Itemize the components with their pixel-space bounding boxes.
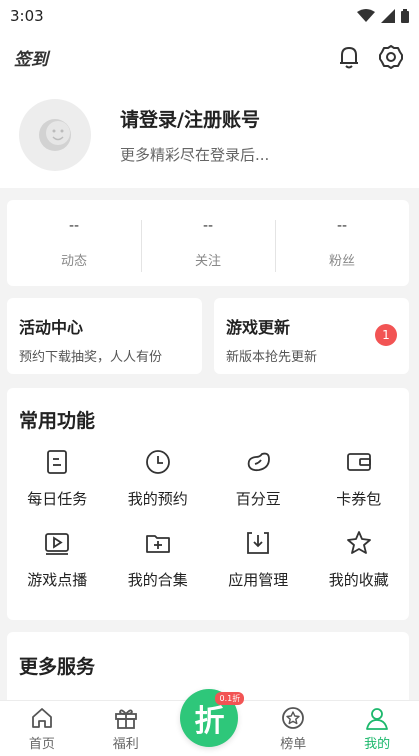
feature-label: 应用管理 [228, 571, 289, 589]
feature-my-collections[interactable]: 我的合集 [108, 529, 209, 590]
activity-center-subtitle: 预约下载抽奖，人人有份 [19, 350, 163, 365]
wifi-icon [357, 9, 375, 22]
section-title: 更多服务 [19, 656, 96, 678]
task-list-icon [47, 450, 68, 474]
default-avatar-icon [39, 119, 71, 151]
bean-icon [248, 452, 271, 472]
profile-header[interactable]: 请登录/注册账号 更多精彩尽在登录后... [0, 82, 419, 188]
settings-gear-icon[interactable] [377, 43, 405, 71]
download-icon [247, 532, 270, 554]
login-title[interactable]: 请登录/注册账号 [120, 105, 269, 132]
tab-label: 首页 [28, 737, 55, 752]
tab-ranking[interactable]: 榜单 [251, 701, 335, 756]
status-icons [357, 9, 409, 23]
game-updates-card[interactable]: 游戏更新 新版本抢先更新 1 [214, 298, 409, 374]
stats-card: -- 动态 -- 关注 -- 粉丝 [7, 200, 409, 286]
activity-center-card[interactable]: 活动中心 预约下载抽奖，人人有份 [7, 298, 202, 374]
features-grid: 每日任务 我的预约 百分豆 卡券包 游戏点播 我的合集 应用管理 我的收藏 [7, 448, 409, 590]
feature-label: 我的预约 [127, 490, 188, 508]
stat-followers[interactable]: -- 粉丝 [275, 217, 409, 272]
status-time: 3:03 [10, 7, 44, 25]
feature-my-reservations[interactable]: 我的预约 [108, 448, 209, 509]
star-icon [346, 531, 371, 554]
feature-coupon-wallet[interactable]: 卡券包 [309, 448, 410, 509]
folder-add-icon [145, 535, 170, 553]
wallet-icon [346, 453, 371, 471]
feature-label: 我的收藏 [328, 571, 389, 589]
stat-label: 粉丝 [328, 253, 355, 269]
stat-label: 关注 [194, 253, 221, 269]
feature-label: 百分豆 [235, 490, 281, 508]
tab-label: 福利 [112, 737, 139, 752]
tab-label: 我的 [364, 737, 391, 752]
tab-welfare[interactable]: 福利 [84, 701, 168, 756]
tab-home[interactable]: 首页 [0, 701, 84, 756]
stat-value: -- [68, 217, 80, 234]
common-features-card: 常用功能 每日任务 我的预约 百分豆 卡券包 游戏点播 我的合集 应用管理 我的… [7, 388, 409, 620]
stat-following[interactable]: -- 关注 [141, 217, 275, 272]
activity-center-title: 活动中心 [19, 318, 84, 337]
login-subtitle: 更多精彩尽在登录后... [120, 146, 270, 164]
stat-value: -- [336, 217, 348, 234]
feature-beans[interactable]: 百分豆 [208, 448, 309, 509]
game-updates-subtitle: 新版本抢先更新 [226, 350, 318, 365]
battery-icon [401, 9, 409, 23]
stat-posts[interactable]: -- 动态 [7, 218, 141, 269]
checkin-button[interactable]: 签到 [14, 45, 48, 70]
bottom-tab-bar: 首页 福利 折 0.1折 榜单 我的 [0, 689, 419, 756]
avatar[interactable] [19, 99, 91, 171]
tab-discount[interactable]: 折 0.1折 [168, 689, 252, 756]
status-bar: 3:03 [0, 0, 419, 32]
profile-text: 请登录/注册账号 更多精彩尽在登录后... [120, 105, 269, 165]
feature-label: 卡券包 [336, 490, 382, 508]
feature-daily-tasks[interactable]: 每日任务 [7, 448, 108, 509]
stat-label: 动态 [60, 253, 87, 269]
feature-my-favorites[interactable]: 我的收藏 [309, 529, 410, 590]
discount-tag: 0.1折 [215, 692, 245, 705]
gift-icon [114, 709, 137, 729]
signal-icon [381, 9, 395, 23]
tab-mine[interactable]: 我的 [335, 701, 419, 756]
user-profile-icon [366, 708, 388, 730]
video-play-icon [45, 533, 70, 555]
top-actions [335, 43, 405, 71]
tab-label: 榜单 [280, 737, 307, 752]
bell-icon[interactable] [335, 43, 363, 71]
home-icon [31, 708, 52, 728]
feature-app-management[interactable]: 应用管理 [208, 529, 309, 590]
notification-badge: 1 [375, 324, 397, 346]
feature-label: 我的合集 [127, 571, 188, 589]
feature-label: 游戏点播 [27, 571, 88, 589]
stat-value: -- [202, 217, 214, 234]
game-updates-title: 游戏更新 [226, 318, 291, 337]
section-title: 常用功能 [19, 410, 96, 432]
clock-icon [145, 450, 170, 474]
feature-game-vod[interactable]: 游戏点播 [7, 529, 108, 590]
feature-label: 每日任务 [27, 490, 88, 508]
top-bar: 签到 [0, 32, 419, 82]
ranking-badge-icon [282, 707, 305, 729]
